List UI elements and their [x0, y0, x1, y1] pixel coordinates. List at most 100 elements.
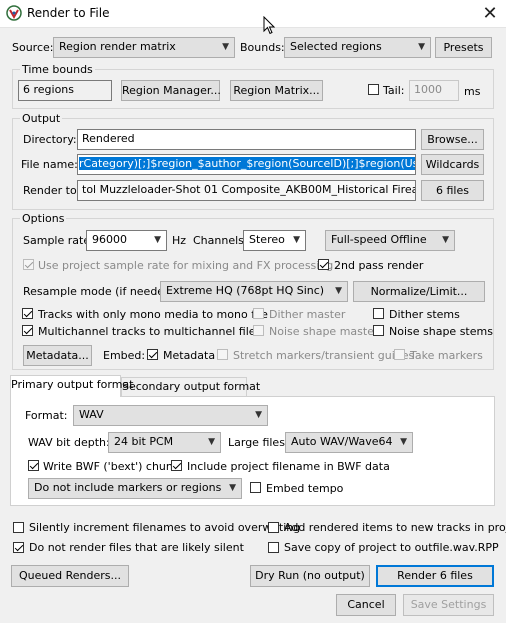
bounds-dropdown[interactable]: Selected regions ▼ — [284, 37, 431, 58]
noise-stems-label: Noise shape stems — [389, 325, 493, 338]
embed-metadata-checkbox[interactable] — [147, 349, 158, 363]
mouse-cursor-icon — [263, 15, 276, 38]
source-label: Source: — [12, 41, 54, 54]
silently-increment-label: Silently increment filenames to avoid ov… — [29, 521, 301, 534]
use-project-rate-checkbox — [23, 259, 34, 273]
dither-stems-checkbox[interactable] — [373, 308, 384, 322]
chevron-down-icon: ▼ — [208, 437, 215, 447]
app-logo-icon — [6, 5, 22, 21]
bit-depth-label: WAV bit depth: — [28, 436, 110, 449]
chevron-down-icon: ▼ — [442, 235, 449, 245]
chevron-down-icon: ▼ — [229, 483, 236, 493]
include-filename-label: Include project filename in BWF data — [187, 460, 390, 473]
filename-value: rCategory)[;]$region_$author_$region(Sou… — [79, 157, 415, 170]
render-to-field: tol Muzzleloader-Shot 01 Composite_AKB00… — [77, 180, 416, 201]
presets-button[interactable]: Presets — [435, 37, 492, 58]
output-title: Output — [20, 112, 63, 125]
markers-dropdown[interactable]: Do not include markers or regions ▼ — [28, 478, 242, 499]
wildcards-button[interactable]: Wildcards — [421, 154, 484, 175]
queued-renders-button[interactable]: Queued Renders... — [11, 565, 129, 587]
tail-unit: ms — [464, 85, 481, 98]
noise-master-label: Noise shape master — [269, 325, 379, 338]
files-count-button[interactable]: 6 files — [421, 180, 484, 201]
dither-master-label: Dither master — [269, 308, 346, 321]
large-files-dropdown[interactable]: Auto WAV/Wave64 ▼ — [285, 432, 413, 453]
markers-value: Do not include markers or regions — [34, 481, 222, 494]
render-button[interactable]: Render 6 files — [376, 565, 494, 587]
multichannel-label: Multichannel tracks to multichannel file… — [38, 325, 262, 338]
include-filename-checkbox[interactable] — [171, 460, 182, 474]
browse-button[interactable]: Browse... — [421, 129, 484, 150]
channels-label: Channels: — [193, 234, 248, 247]
dither-master-checkbox — [253, 308, 264, 322]
region-manager-button[interactable]: Region Manager... — [121, 80, 221, 101]
metadata-button[interactable]: Metadata... — [23, 345, 92, 366]
write-bwf-label: Write BWF ('bext') chunk — [43, 460, 180, 473]
take-markers-checkbox — [394, 349, 405, 363]
tracks-mono-label: Tracks with only mono media to mono file — [38, 308, 268, 321]
tab-secondary-output[interactable]: Secondary output format — [121, 377, 260, 397]
close-icon[interactable]: ✕ — [474, 0, 506, 27]
stretch-markers-label: Stretch markers/transient guides — [233, 349, 415, 362]
write-bwf-checkbox[interactable] — [28, 460, 39, 474]
sample-rate-combo[interactable]: 96000 ▼ — [86, 230, 167, 251]
region-matrix-button[interactable]: Region Matrix... — [230, 80, 323, 101]
chevron-down-icon: ▼ — [255, 410, 262, 420]
dry-run-button[interactable]: Dry Run (no output) — [250, 565, 370, 587]
resample-dropdown[interactable]: Extreme HQ (768pt HQ Sinc) ▼ — [160, 281, 348, 302]
chevron-down-icon: ▼ — [293, 235, 300, 245]
tab-primary-output[interactable]: Primary output format — [10, 375, 133, 397]
filename-input[interactable]: rCategory)[;]$region_$author_$region(Sou… — [77, 154, 416, 175]
noise-master-checkbox — [253, 325, 264, 339]
second-pass-label: 2nd pass render — [334, 259, 424, 272]
tail-checkbox[interactable] — [368, 84, 379, 98]
bit-depth-value: 24 bit PCM — [114, 435, 174, 448]
time-bounds-title: Time bounds — [20, 63, 95, 76]
chevron-down-icon: ▼ — [335, 286, 342, 296]
source-value: Region render matrix — [59, 40, 176, 53]
embed-label: Embed: — [103, 349, 146, 362]
regions-field: 6 regions — [18, 80, 112, 101]
tail-input[interactable]: 1000 — [409, 80, 459, 101]
do-not-render-silent-checkbox[interactable] — [13, 542, 24, 556]
channels-dropdown[interactable]: Stereo ▼ — [243, 230, 306, 251]
chevron-down-icon: ▼ — [154, 235, 161, 245]
directory-label: Directory: — [23, 133, 77, 146]
dither-stems-label: Dither stems — [389, 308, 460, 321]
cancel-button[interactable]: Cancel — [336, 594, 396, 616]
add-rendered-checkbox[interactable] — [268, 522, 279, 536]
bit-depth-dropdown[interactable]: 24 bit PCM ▼ — [108, 432, 221, 453]
chevron-down-icon: ▼ — [222, 42, 229, 52]
save-settings-button: Save Settings — [403, 594, 494, 616]
normalize-button[interactable]: Normalize/Limit... — [353, 281, 485, 302]
render-mode-dropdown[interactable]: Full-speed Offline ▼ — [325, 230, 455, 251]
second-pass-checkbox[interactable] — [318, 259, 329, 273]
noise-stems-checkbox[interactable] — [373, 325, 384, 339]
embed-metadata-label: Metadata — [163, 349, 216, 362]
bounds-label: Bounds: — [240, 41, 285, 54]
sample-rate-label: Sample rate: — [23, 234, 94, 247]
save-copy-checkbox[interactable] — [268, 542, 279, 556]
chevron-down-icon: ▼ — [418, 42, 425, 52]
tracks-mono-checkbox[interactable] — [22, 308, 33, 322]
render-to-label: Render to: — [23, 184, 81, 197]
resample-label: Resample mode (if needed): — [23, 285, 180, 298]
hz-label: Hz — [172, 234, 187, 247]
format-dropdown[interactable]: WAV ▼ — [73, 405, 268, 426]
use-project-rate-label: Use project sample rate for mixing and F… — [38, 259, 334, 272]
silently-increment-checkbox[interactable] — [13, 522, 24, 536]
save-copy-label: Save copy of project to outfile.wav.RPP — [284, 541, 499, 554]
options-title: Options — [20, 212, 67, 225]
embed-tempo-checkbox[interactable] — [250, 482, 261, 496]
add-rendered-label: Add rendered items to new tracks in proj… — [284, 521, 506, 534]
directory-input[interactable]: Rendered — [77, 129, 416, 150]
embed-tempo-label: Embed tempo — [266, 482, 344, 495]
render-mode-value: Full-speed Offline — [331, 233, 427, 246]
large-files-label: Large files: — [228, 436, 289, 449]
source-dropdown[interactable]: Region render matrix ▼ — [53, 37, 235, 58]
chevron-down-icon: ▼ — [400, 437, 407, 447]
bounds-value: Selected regions — [290, 40, 382, 53]
multichannel-checkbox[interactable] — [22, 325, 33, 339]
channels-value: Stereo — [249, 233, 285, 246]
sample-rate-value: 96000 — [92, 233, 127, 246]
